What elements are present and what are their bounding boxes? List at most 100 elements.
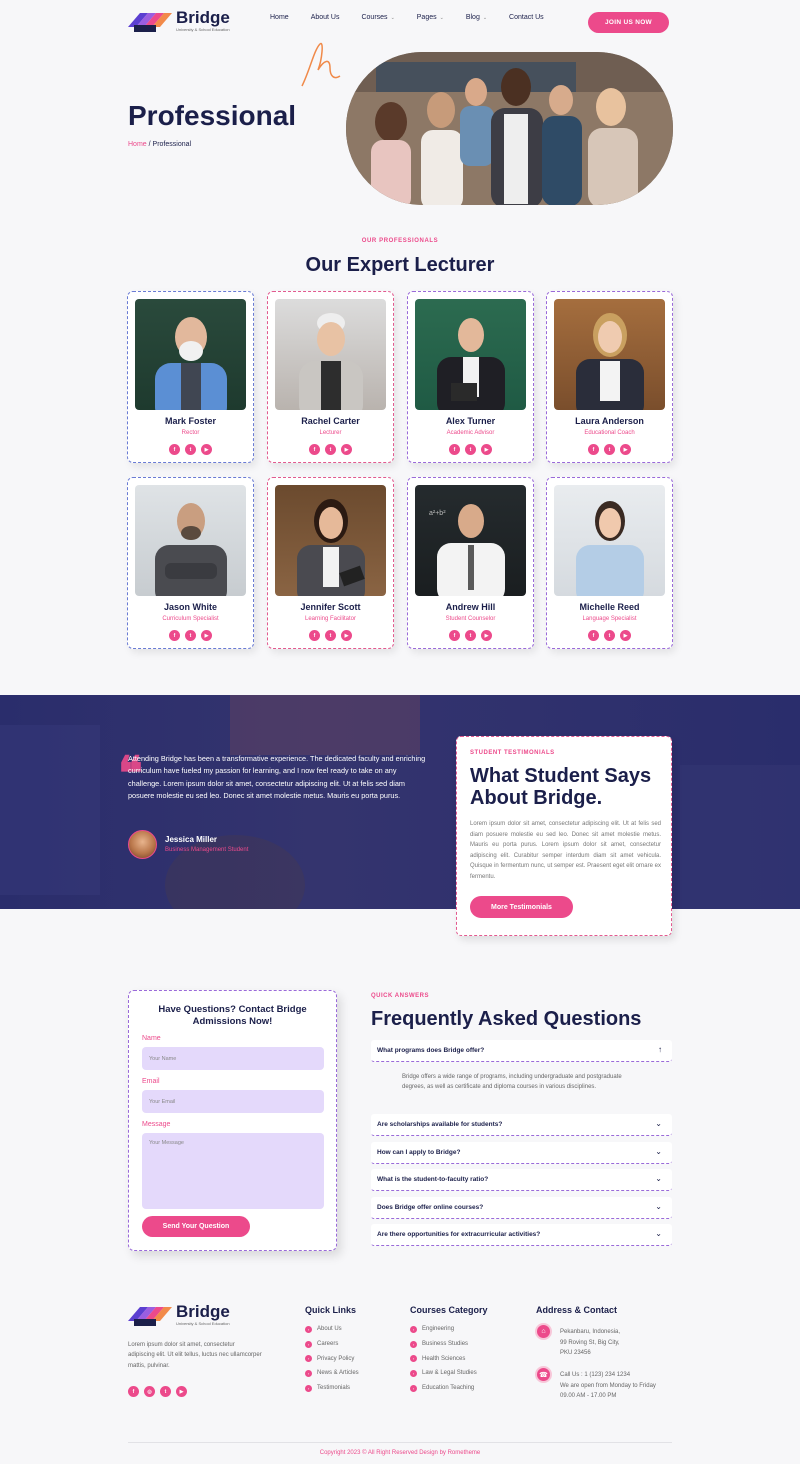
footer-link[interactable]: › About Us [305, 1322, 359, 1337]
nav-label: Blog [465, 14, 480, 21]
facebook-icon[interactable]: f [169, 630, 180, 641]
youtube-icon[interactable]: ▶ [620, 630, 631, 641]
facebook-icon[interactable]: f [449, 444, 460, 455]
twitter-icon[interactable]: t [604, 444, 615, 455]
join-us-button[interactable]: JOIN US NOW [588, 12, 669, 33]
youtube-icon[interactable]: ▶ [620, 444, 631, 455]
nav-item-about[interactable]: About Us [311, 14, 340, 21]
youtube-icon[interactable]: ▶ [481, 630, 492, 641]
lecturer-name: Michelle Reed [579, 602, 640, 612]
more-testimonials-button[interactable]: More Testimonials [470, 896, 573, 918]
faq-item-scholarships[interactable]: Are scholarships available for students?… [371, 1114, 672, 1136]
footer-link[interactable]: › Education Teaching [410, 1381, 477, 1396]
facebook-icon[interactable]: f [588, 630, 599, 641]
twitter-icon[interactable]: t [185, 630, 196, 641]
footer-link[interactable]: › Privacy Policy [305, 1351, 359, 1366]
youtube-icon[interactable]: ▶ [341, 630, 352, 641]
lecturer-card[interactable]: Laura Anderson Educational Coach f t ▶ [546, 291, 673, 463]
nav-item-blog[interactable]: Blog ⌄ [466, 14, 487, 21]
twitter-icon[interactable]: t [325, 444, 336, 455]
faq-item-ratio[interactable]: What is the student-to-faculty ratio? ⌄ [371, 1169, 672, 1191]
footer-link[interactable]: › Engineering [410, 1322, 477, 1337]
chevron-down-icon: ⌄ [439, 14, 444, 21]
youtube-icon[interactable]: ▶ [341, 444, 352, 455]
twitter-icon[interactable]: t [325, 630, 336, 641]
email-label: Email [142, 1078, 160, 1085]
facebook-icon[interactable]: f [309, 630, 320, 641]
link-label: About Us [317, 1326, 342, 1333]
twitter-icon[interactable]: t [185, 444, 196, 455]
footer-logo[interactable]: Bridge University & School Education [128, 1302, 238, 1330]
social-links: f t ▶ [268, 444, 393, 455]
lecturer-card[interactable]: Jennifer Scott Learning Facilitator f t ▶ [267, 477, 394, 649]
send-question-button[interactable]: Send Your Question [142, 1216, 250, 1237]
nav-item-home[interactable]: Home [270, 14, 289, 21]
lecturer-card[interactable]: Michelle Reed Language Specialist f t ▶ [546, 477, 673, 649]
nav-item-contact[interactable]: Contact Us [509, 14, 544, 21]
social-links: f t ▶ [128, 444, 253, 455]
address-contact-title: Address & Contact [536, 1305, 618, 1315]
chevron-down-icon: ⌄ [655, 1229, 662, 1238]
facebook-icon[interactable]: f [169, 444, 180, 455]
footer-link[interactable]: › Testimonials [305, 1381, 359, 1396]
nav-item-courses[interactable]: Courses ⌄ [361, 14, 394, 21]
faq-item-extracurricular[interactable]: Are there opportunities for extracurricu… [371, 1224, 672, 1246]
link-label: Privacy Policy [317, 1355, 355, 1362]
youtube-icon[interactable]: ▶ [481, 444, 492, 455]
lecturer-card[interactable]: Alex Turner Academic Advisor f t ▶ [407, 291, 534, 463]
lecturers-eyebrow: OUR PROFESSIONALS [361, 238, 439, 244]
footer-link[interactable]: › Careers [305, 1337, 359, 1352]
chevron-right-icon: › [305, 1355, 312, 1363]
brand-logo[interactable]: Bridge University & School Education [128, 8, 238, 36]
nav-item-pages[interactable]: Pages ⌄ [417, 14, 444, 21]
faq-answer: Bridge offers a wide range of programs, … [402, 1074, 622, 1091]
instagram-icon[interactable]: ◎ [144, 1386, 155, 1397]
chevron-right-icon: › [410, 1355, 417, 1363]
footer-link[interactable]: › Law & Legal Studies [410, 1366, 477, 1381]
logo-mark-icon [128, 1307, 172, 1326]
lecturer-card[interactable]: Mark Foster Rector f t ▶ [127, 291, 254, 463]
facebook-icon[interactable]: f [309, 444, 320, 455]
twitter-icon[interactable]: t [465, 630, 476, 641]
twitter-icon[interactable]: t [604, 630, 615, 641]
testimonial-title: What Student Says About Bridge. [470, 765, 652, 809]
footer-link[interactable]: › Business Studies [410, 1337, 477, 1352]
social-links: f t ▶ [547, 444, 672, 455]
facebook-icon[interactable]: f [449, 630, 460, 641]
message-field[interactable]: Your Message [142, 1133, 324, 1209]
twitter-icon[interactable]: t [465, 444, 476, 455]
email-field[interactable]: Your Email [142, 1090, 324, 1113]
lecturer-name: Alex Turner [445, 416, 496, 426]
youtube-icon[interactable]: ▶ [176, 1386, 187, 1397]
lecturer-role: Academic Advisor [446, 430, 495, 436]
lecturer-photo: a²+b² [415, 485, 526, 596]
address-line: 99 Roving St, Big City, [560, 1339, 620, 1346]
footer-link[interactable]: › News & Articles [305, 1366, 359, 1381]
faq-item-apply[interactable]: How can I apply to Bridge? ⌄ [371, 1142, 672, 1164]
lecturer-card[interactable]: Rachel Carter Lecturer f t ▶ [267, 291, 394, 463]
nav-label: About Us [310, 14, 340, 21]
faq-item-online[interactable]: Does Bridge offer online courses? ⌄ [371, 1197, 672, 1219]
youtube-icon[interactable]: ▶ [201, 444, 212, 455]
name-field[interactable]: Your Name [142, 1047, 324, 1070]
lecturer-photo [135, 485, 246, 596]
chevron-right-icon: › [410, 1369, 417, 1377]
twitter-icon[interactable]: t [160, 1386, 171, 1397]
faq-item-programs[interactable]: What programs does Bridge offer? ↑ [371, 1040, 672, 1062]
lecturer-card[interactable]: a²+b² Andrew Hill Student Counselor f t ▶ [407, 477, 534, 649]
footer-link[interactable]: › Health Sciences [410, 1351, 477, 1366]
chevron-down-icon: ⌄ [655, 1202, 662, 1211]
facebook-icon[interactable]: f [588, 444, 599, 455]
brand-tagline: University & School Education [176, 1321, 230, 1326]
lecturer-card[interactable]: Jason White Curriculum Specialist f t ▶ [127, 477, 254, 649]
chevron-down-icon: ⌄ [655, 1119, 662, 1128]
phone-icon: ☎ [535, 1366, 552, 1383]
hero-students-image [346, 52, 673, 205]
chevron-down-icon: ⌄ [655, 1147, 662, 1156]
youtube-icon[interactable]: ▶ [201, 630, 212, 641]
testimonial-card: STUDENT TESTIMONIALS What Student Says A… [456, 736, 672, 936]
breadcrumb-home[interactable]: Home [128, 141, 147, 148]
facebook-icon[interactable]: f [128, 1386, 139, 1397]
faq-title: Frequently Asked Questions [371, 1008, 642, 1030]
contact-line[interactable]: Call Us : 1 (123) 234 1234 [560, 1370, 656, 1381]
